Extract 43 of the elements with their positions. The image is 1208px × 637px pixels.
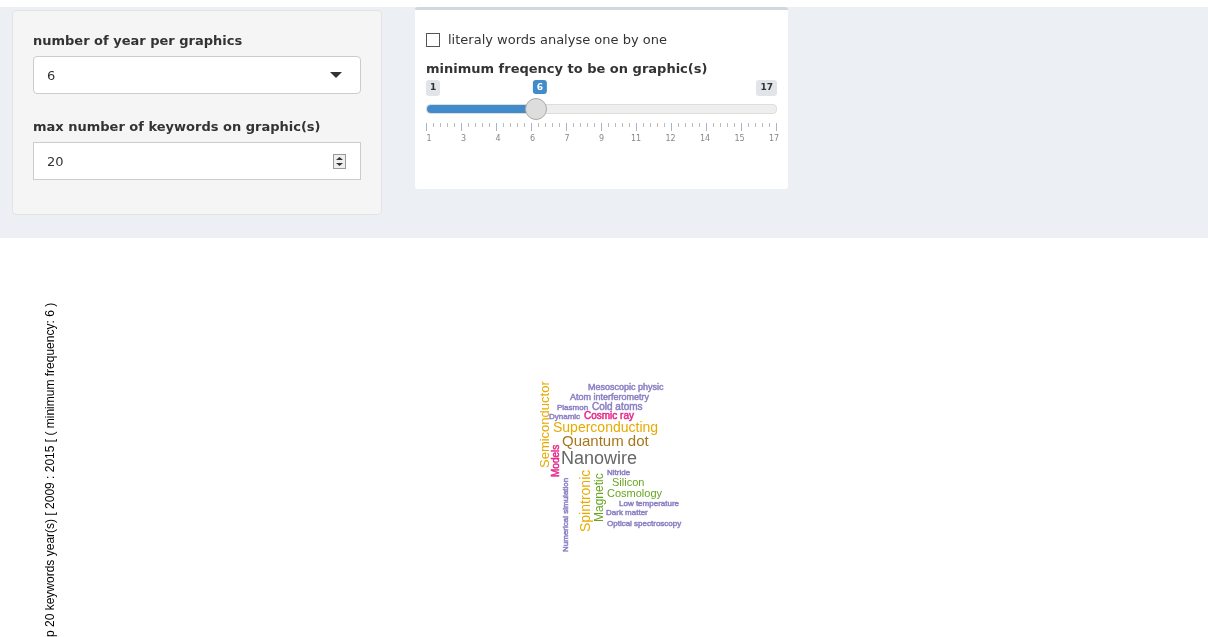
- checkbox[interactable]: [426, 32, 440, 47]
- tick-label: 3: [459, 134, 468, 143]
- keyword: Dark matter: [606, 508, 648, 517]
- keyword: Low temperature: [619, 499, 680, 508]
- max-value-label: 17: [756, 80, 777, 96]
- keyword: Nanowire: [561, 448, 638, 468]
- spinner-icon[interactable]: [333, 153, 346, 169]
- year-select[interactable]: 6: [33, 56, 361, 94]
- keyword: Cold atoms: [592, 401, 643, 412]
- keyword: Silicon: [612, 476, 645, 488]
- tick-label: 11: [630, 134, 642, 143]
- tick-label: 14: [699, 134, 711, 143]
- field-label: number of year per graphics: [33, 33, 244, 48]
- keyword: Plasmon: [557, 403, 589, 412]
- slider-handle[interactable]: [524, 98, 547, 120]
- field-label: max number of keywords on graphic(s): [33, 119, 322, 134]
- tick-label: 17: [768, 134, 780, 143]
- slider[interactable]: [426, 98, 777, 120]
- keyword: Cosmology: [607, 487, 663, 499]
- tick-label: 4: [494, 134, 502, 143]
- keyword: Atom interferometry: [570, 392, 650, 402]
- caret-icon: [330, 72, 342, 78]
- slider-label: minimum freqency to be on graphic(s): [426, 61, 709, 76]
- tick-label: 9: [597, 134, 606, 143]
- keyword: Cosmic ray: [584, 410, 634, 421]
- plot-title: p 20 keywords year(s) [ 2009 : 2015 [ ( minimum frequency: 6 ): [43, 301, 57, 637]
- keyword: Spintronic: [577, 469, 593, 532]
- number-input[interactable]: 20: [33, 142, 361, 180]
- tick-label: 7: [563, 134, 571, 143]
- keyword: Nitride: [607, 468, 631, 477]
- keyword: Magnetic: [592, 473, 606, 522]
- tick-label: 1: [425, 134, 433, 143]
- keyword: Dynamic: [549, 412, 581, 421]
- min-value-label: 1: [426, 80, 441, 96]
- keyword: Models: [550, 444, 561, 477]
- checkbox-label: literaly words analyse one by one: [448, 32, 667, 47]
- keyword: Numerical simulation: [561, 477, 570, 552]
- current-value-label: 6: [532, 80, 547, 94]
- tick-label: 15: [733, 134, 746, 143]
- tick-label: 6: [528, 134, 537, 143]
- keyword: Optical spectroscopy: [607, 519, 682, 528]
- tick-label: 12: [664, 134, 677, 143]
- keyword: Mesoscopic physic: [588, 382, 664, 392]
